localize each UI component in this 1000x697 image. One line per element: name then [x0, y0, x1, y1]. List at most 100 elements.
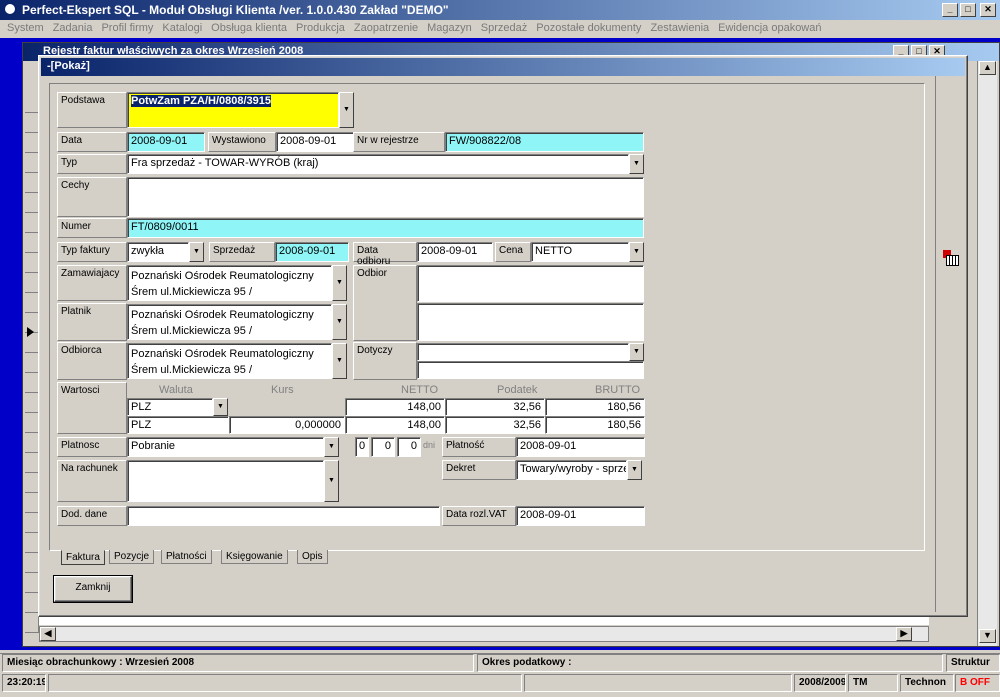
dni-field-3[interactable]: 0: [397, 437, 421, 457]
row2-netto[interactable]: 148,00: [345, 416, 445, 434]
vertical-scrollbar[interactable]: ▲ ▼: [977, 61, 997, 646]
typ-faktury-dropdown-icon[interactable]: [189, 242, 204, 262]
tab-opis[interactable]: Opis: [297, 550, 328, 564]
typ-dropdown-icon[interactable]: [629, 154, 644, 174]
odbiorca-dropdown-icon[interactable]: [332, 343, 347, 379]
label-cechy: Cechy: [57, 177, 127, 217]
cena-field[interactable]: NETTO: [531, 242, 629, 262]
na-rachunek-dropdown-icon[interactable]: [324, 460, 339, 502]
menu-item-5[interactable]: Produkcja: [296, 22, 345, 34]
dotyczy-field[interactable]: [417, 343, 629, 361]
row2-podatek[interactable]: 32,56: [445, 416, 545, 434]
cechy-field[interactable]: [127, 177, 644, 217]
tab-pozycje[interactable]: Pozycje: [109, 550, 155, 564]
platnik-line2: Śrem ul.Mickiewicza 95 /: [131, 325, 253, 337]
label-na-rachunek: Na rachunek: [57, 460, 127, 502]
data-rozl-vat-field[interactable]: 2008-09-01: [516, 506, 645, 526]
podstawa-dropdown-icon[interactable]: [339, 92, 354, 128]
row2-kurs[interactable]: 0,000000: [229, 416, 345, 434]
row1-waluta-dropdown-icon[interactable]: [213, 398, 228, 416]
dni-label: dni: [423, 440, 436, 450]
dni-field-2[interactable]: 0: [371, 437, 395, 457]
row2-waluta[interactable]: PLZ: [127, 416, 229, 434]
nr-rejestr-field[interactable]: FW/908822/08: [445, 132, 644, 152]
label-platnosc2: Płatność: [442, 437, 516, 457]
menu-item-2[interactable]: Profil firmy: [101, 22, 153, 34]
wystawiono-field[interactable]: 2008-09-01: [276, 132, 354, 152]
typ-faktury-field[interactable]: zwykła: [127, 242, 189, 262]
calendar-icon[interactable]: [943, 250, 959, 266]
row1-podatek[interactable]: 32,56: [445, 398, 545, 416]
maximize-button[interactable]: □: [960, 3, 976, 17]
header-waluta: Waluta: [159, 384, 193, 396]
typ-field[interactable]: Fra sprzedaż - TOWAR-WYRÓB (kraj): [127, 154, 629, 174]
header-kurs: Kurs: [271, 384, 294, 396]
menu-bar: System Zadania Profil firmy Katalogi Obsługa…: [7, 22, 997, 38]
row1-netto[interactable]: 148,00: [345, 398, 445, 416]
odbior-field-1[interactable]: [417, 265, 644, 302]
dod-dane-field[interactable]: [127, 506, 440, 526]
scroll-left-button[interactable]: ◀: [40, 627, 56, 641]
label-wystawiono: Wystawiono: [208, 132, 276, 152]
menu-item-8[interactable]: Sprzedaż: [481, 22, 527, 34]
data-odbioru-field[interactable]: 2008-09-01: [417, 242, 493, 262]
tab-faktura[interactable]: Faktura: [61, 550, 105, 565]
menu-item-4[interactable]: Obsługa klienta: [211, 22, 287, 34]
tab-ksiegowanie[interactable]: Księgowanie: [221, 550, 288, 564]
dekret-dropdown-icon[interactable]: [627, 460, 642, 480]
label-data-rozl-vat: Data rozl.VAT: [442, 506, 516, 526]
tab-strip: Faktura Pozycje Płatności Księgowanie Op…: [49, 550, 379, 568]
menu-item-6[interactable]: Zaopatrzenie: [354, 22, 418, 34]
platnosc-data-field[interactable]: 2008-09-01: [516, 437, 645, 457]
menu-item-10[interactable]: Zestawienia: [650, 22, 709, 34]
zamawiajacy-line1: Poznański Ośrodek Reumatologiczny: [131, 270, 314, 282]
label-platnosc: Platnosc: [57, 437, 127, 457]
label-data: Data: [57, 132, 127, 152]
cena-dropdown-icon[interactable]: [629, 242, 644, 262]
dekret-field[interactable]: Towary/wyroby - sprzedaż: [516, 460, 627, 480]
label-typ-faktury: Typ faktury: [57, 242, 127, 262]
minimize-button[interactable]: _: [942, 3, 958, 17]
odbior-field-2[interactable]: [417, 303, 644, 341]
odbiorca-field[interactable]: Poznański Ośrodek Reumatologiczny Śrem u…: [127, 343, 332, 379]
tab-platnosci[interactable]: Płatności: [161, 550, 212, 564]
menu-item-0[interactable]: System: [7, 22, 44, 34]
menu-item-7[interactable]: Magazyn: [427, 22, 472, 34]
menu-item-11[interactable]: Ewidencja opakowań: [718, 22, 821, 34]
data-field[interactable]: 2008-09-01: [127, 132, 205, 152]
status-miesiac: Miesiąc obrachunkowy : Wrzesień 2008: [2, 654, 474, 672]
na-rachunek-field[interactable]: [127, 460, 324, 502]
status-okres: Okres podatkowy :: [477, 654, 943, 672]
platnik-line1: Poznański Ośrodek Reumatologiczny: [131, 309, 314, 321]
zamawiajacy-field[interactable]: Poznański Ośrodek Reumatologiczny Śrem u…: [127, 265, 332, 301]
dni-field-1[interactable]: 0: [355, 437, 369, 457]
row1-waluta[interactable]: PLZ: [127, 398, 213, 416]
label-cena: Cena: [495, 242, 531, 262]
close-button[interactable]: ✕: [980, 3, 996, 17]
dotyczy-field-2[interactable]: [417, 361, 644, 379]
zamawiajacy-dropdown-icon[interactable]: [332, 265, 347, 301]
sprzedaz-field[interactable]: 2008-09-01: [275, 242, 349, 262]
row2-brutto[interactable]: 180,56: [545, 416, 645, 434]
status-tm: TM: [848, 674, 898, 692]
platnosc-dropdown-icon[interactable]: [324, 437, 339, 457]
menu-item-1[interactable]: Zadania: [53, 22, 93, 34]
label-odbiorca: Odbiorca: [57, 342, 127, 380]
numer-field[interactable]: FT/0809/0011: [127, 218, 644, 238]
scroll-up-button[interactable]: ▲: [979, 61, 996, 75]
scroll-right-button[interactable]: ▶: [896, 627, 912, 641]
platnik-field[interactable]: Poznański Ośrodek Reumatologiczny Śrem u…: [127, 304, 332, 340]
label-platnik: Platnik: [57, 303, 127, 341]
platnik-dropdown-icon[interactable]: [332, 304, 347, 340]
dotyczy-dropdown-icon[interactable]: [629, 343, 644, 361]
menu-item-3[interactable]: Katalogi: [162, 22, 202, 34]
podstawa-field[interactable]: PotwZam PZA/H/0808/3915: [127, 92, 339, 128]
status-struktura: Struktur: [946, 654, 1000, 672]
row1-brutto[interactable]: 180,56: [545, 398, 645, 416]
zamknij-button[interactable]: Zamknij: [53, 575, 133, 603]
menu-item-9[interactable]: Pozostałe dokumenty: [536, 22, 641, 34]
horizontal-scrollbar[interactable]: ◀ ▶: [39, 626, 929, 642]
platnosc-field[interactable]: Pobranie: [127, 437, 324, 457]
status-date: 2008/2009: [794, 674, 846, 692]
scroll-down-button[interactable]: ▼: [979, 629, 996, 643]
